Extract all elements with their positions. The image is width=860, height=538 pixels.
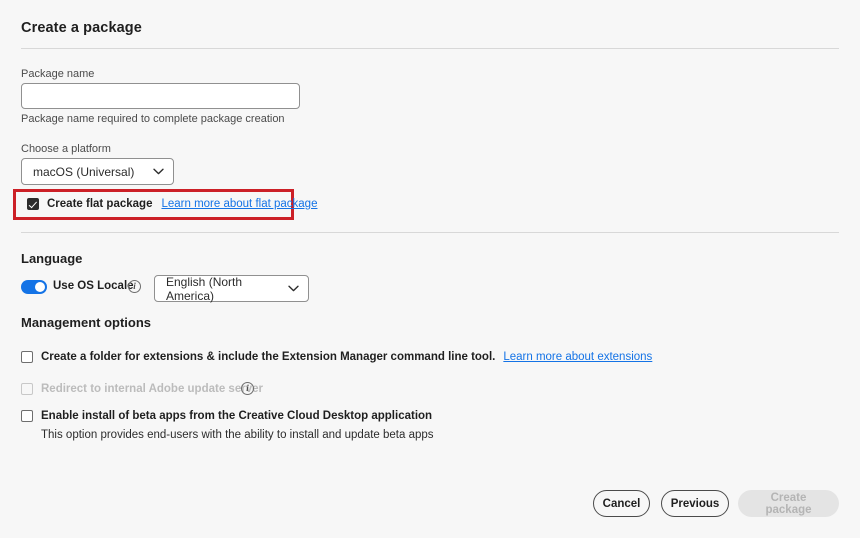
language-select-value: English (North America) — [166, 274, 243, 303]
create-package-button: Create package — [738, 490, 839, 517]
create-flat-package-label: Create flat package — [47, 198, 153, 210]
create-package-dialog: Create a package Package name Package na… — [0, 0, 860, 538]
beta-apps-option-row[interactable]: Enable install of beta apps from the Cre… — [21, 410, 432, 422]
language-heading: Language — [21, 251, 83, 266]
header-divider — [21, 48, 839, 49]
package-name-helper: Package name required to complete packag… — [21, 113, 285, 125]
flat-package-row[interactable]: Create flat package Learn more about fla… — [27, 198, 317, 210]
extensions-learn-more-link[interactable]: Learn more about extensions — [503, 351, 652, 363]
redirect-update-server-checkbox — [21, 383, 33, 395]
cancel-button[interactable]: Cancel — [593, 490, 650, 517]
previous-button[interactable]: Previous — [661, 490, 729, 517]
beta-apps-description: This option provides end-users with the … — [41, 429, 434, 441]
chevron-down-icon — [288, 285, 299, 292]
platform-select[interactable]: macOS (Universal) — [21, 158, 174, 185]
platform-label: Choose a platform — [21, 143, 111, 155]
create-flat-package-checkbox[interactable] — [27, 198, 39, 210]
use-os-locale-toggle[interactable] — [21, 280, 47, 294]
language-select[interactable]: English (North America) — [154, 274, 309, 303]
toggle-knob — [35, 282, 45, 292]
section-divider — [21, 232, 839, 233]
info-icon[interactable]: i — [128, 280, 141, 293]
redirect-option-row: Redirect to internal Adobe update server — [21, 383, 263, 395]
management-options-heading: Management options — [21, 315, 152, 330]
extensions-option-row[interactable]: Create a folder for extensions & include… — [21, 351, 652, 363]
package-name-input[interactable] — [21, 83, 300, 109]
create-extensions-folder-label: Create a folder for extensions & include… — [41, 351, 496, 363]
page-title: Create a package — [21, 20, 142, 36]
platform-select-value: macOS (Universal) — [33, 164, 135, 179]
redirect-update-server-label: Redirect to internal Adobe update server — [41, 383, 263, 395]
package-name-label: Package name — [21, 68, 95, 80]
enable-beta-apps-label: Enable install of beta apps from the Cre… — [41, 410, 433, 422]
enable-beta-apps-checkbox[interactable] — [21, 410, 33, 422]
use-os-locale-label: Use OS Locale — [53, 280, 134, 292]
flat-package-learn-more-link[interactable]: Learn more about flat package — [161, 198, 317, 210]
info-icon[interactable]: i — [241, 382, 254, 395]
chevron-down-icon — [153, 168, 164, 175]
create-extensions-folder-checkbox[interactable] — [21, 351, 33, 363]
